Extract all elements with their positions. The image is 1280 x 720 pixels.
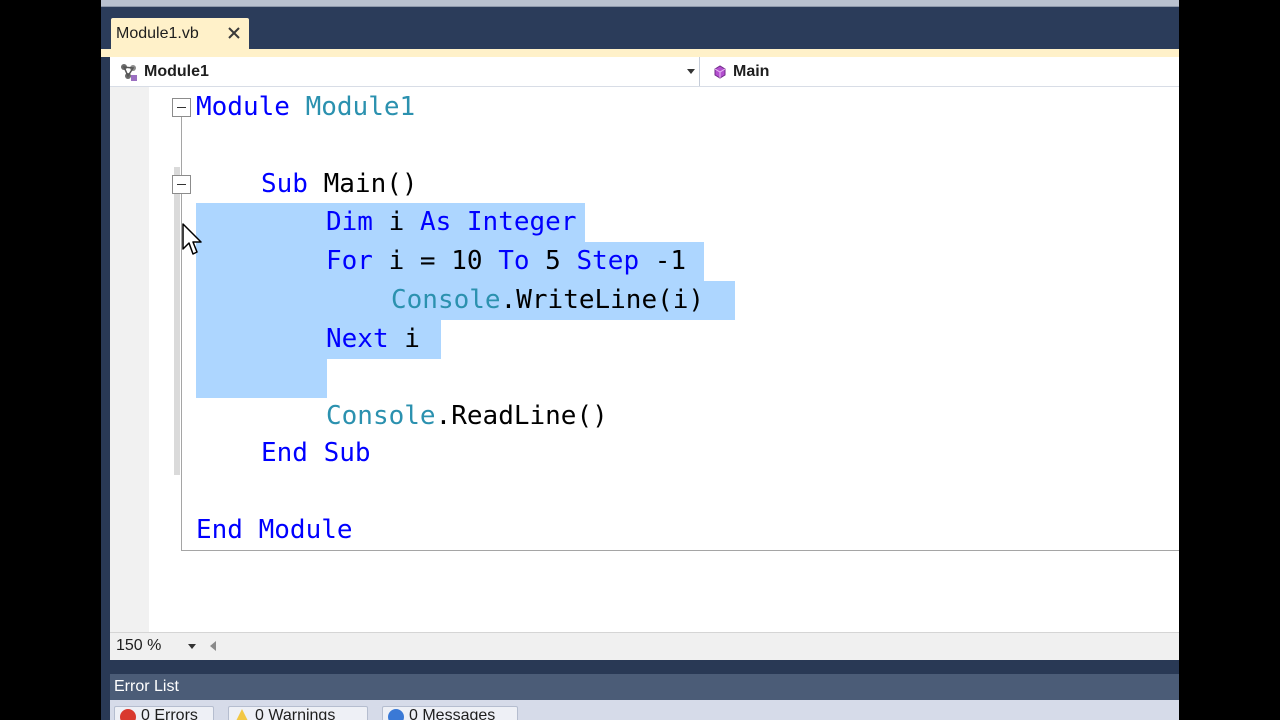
module-end-separator [181, 550, 1179, 551]
error-list-title: Error List [114, 678, 179, 695]
chevron-down-icon[interactable] [188, 644, 196, 649]
mouse-pointer-icon [182, 223, 202, 255]
scroll-left-icon[interactable] [210, 641, 216, 651]
code-editor[interactable]: Module Module1 Sub Main() Dim i As Integ… [110, 87, 1179, 632]
code-line-writeline: Console.WriteLine(i) [391, 285, 705, 315]
code-line-readline: Console.ReadLine() [326, 401, 608, 431]
warnings-filter-button[interactable]: 0 Warnings [228, 706, 368, 720]
document-tab-row: Module1.vb [101, 7, 1179, 49]
visual-studio-window: Module1.vb Module1 Main Module Module1 S… [101, 0, 1179, 720]
tab-module1-vb[interactable]: Module1.vb [111, 18, 249, 49]
info-icon [388, 709, 404, 720]
code-line-next: Next i [326, 324, 420, 354]
errors-filter-button[interactable]: 0 Errors [114, 706, 214, 720]
type-dropdown-label: Module1 [144, 62, 209, 80]
code-line-sub-main: Sub Main() [261, 169, 418, 199]
toolbar-strip [101, 0, 1179, 7]
warnings-count: 0 Warnings [255, 707, 336, 720]
code-line-for: For i = 10 To 5 Step -1 [326, 246, 687, 276]
messages-count: 0 Messages [409, 707, 496, 720]
messages-filter-button[interactable]: 0 Messages [382, 706, 518, 720]
warning-icon [234, 709, 250, 720]
code-line-1: Module Module1 [196, 92, 416, 122]
error-icon [120, 709, 136, 720]
collapse-sub-toggle[interactable] [172, 175, 191, 194]
collapse-module-toggle[interactable] [172, 98, 191, 117]
code-line-end-sub: End Sub [261, 438, 371, 468]
zoom-level[interactable]: 150 % [116, 637, 161, 655]
module-icon [121, 63, 137, 81]
member-dropdown-label: Main [733, 62, 770, 80]
navigation-bar: Module1 Main [110, 57, 1179, 87]
errors-count: 0 Errors [141, 707, 198, 720]
method-icon [714, 64, 726, 79]
change-tracking-bar [174, 167, 180, 475]
editor-status-bar: 150 % [110, 632, 1179, 660]
tab-accent-bar [101, 49, 1179, 57]
close-icon[interactable] [224, 23, 244, 43]
type-dropdown[interactable]: Module1 [110, 57, 700, 86]
error-list-title-bar: Error List [110, 674, 1179, 700]
tab-label: Module1.vb [116, 24, 199, 42]
editor-gutter [110, 87, 149, 632]
code-line-dim: Dim i As Integer [326, 207, 577, 237]
code-line-end-module: End Module [196, 515, 353, 545]
error-list-toolbar: 0 Errors 0 Warnings 0 Messages [110, 700, 1179, 720]
member-dropdown[interactable]: Main [701, 57, 1179, 86]
chevron-down-icon[interactable] [687, 69, 695, 74]
